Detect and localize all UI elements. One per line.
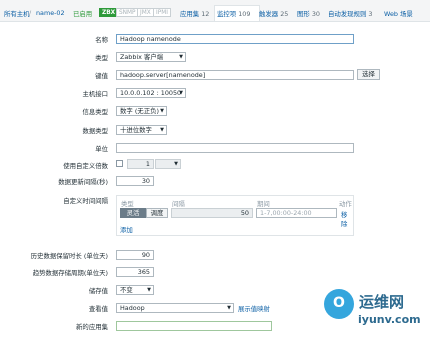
store-value-select[interactable]: 不变 ▼	[116, 285, 154, 295]
type-select[interactable]: Zabbix 客户端 ▼	[116, 52, 186, 62]
key-input[interactable]: hadoop.server[namenode]	[116, 70, 354, 80]
store-value-select-value: 不变	[120, 286, 133, 294]
interval-label: 数据更新间隔(秒)	[58, 178, 108, 186]
tab-applications[interactable]: 应用集 12	[180, 9, 209, 18]
custom-multiplier-checkbox[interactable]	[116, 160, 123, 167]
host-status-enabled[interactable]: 已启用	[73, 9, 92, 18]
flexible-toggle[interactable]: 灵活	[120, 208, 146, 218]
snmp-badge: SNMP	[116, 8, 139, 17]
show-value-select-value: Hadoop	[120, 304, 145, 312]
watermark-logo-glyph: O	[333, 295, 345, 311]
info-type-select[interactable]: 数字 (无正负) ▼	[116, 106, 167, 116]
trend-input[interactable]: 365	[116, 267, 154, 277]
breadcrumb-separator: /	[29, 9, 32, 17]
chevron-down-icon: ▼	[174, 161, 178, 167]
data-type-select-value: 十进位数字	[120, 126, 152, 134]
store-value-label: 储存值	[88, 287, 108, 295]
add-interval-link[interactable]: 添加	[120, 225, 133, 234]
watermark-logo: O	[324, 289, 354, 319]
info-type-select-value: 数字 (无正负)	[120, 107, 159, 115]
multiplier-input[interactable]: 1	[127, 159, 154, 169]
unit-label: 单位	[95, 145, 108, 153]
data-type-label: 数据类型	[82, 127, 108, 135]
jmx-badge: JMX	[137, 8, 154, 17]
interface-label: 主机接口	[82, 90, 108, 98]
host-name-link[interactable]: name-02	[36, 9, 65, 17]
interface-select-value: 10.0.0.102 : 10050	[120, 89, 182, 97]
trend-label: 趋势数据存储周期(单位天)	[32, 269, 108, 277]
remove-interval-link[interactable]: 移除	[341, 210, 353, 228]
interval-input[interactable]: 30	[116, 176, 154, 186]
new-application-label: 新的应用集	[76, 323, 108, 331]
info-type-label: 信息类型	[82, 108, 108, 116]
chevron-down-icon: ▼	[160, 127, 164, 133]
type-label: 类型	[95, 54, 108, 62]
history-input[interactable]: 90	[116, 250, 154, 260]
tab-triggers[interactable]: 触发器 25	[259, 9, 288, 18]
select-key-button[interactable]: 选择	[357, 69, 380, 80]
chevron-down-icon: ▼	[179, 54, 183, 60]
type-select-value: Zabbix 客户端	[120, 53, 164, 61]
custom-multiplier-label: 使用自定义倍数	[63, 162, 108, 170]
history-label: 历史数据保留时长 (单位天)	[30, 252, 108, 260]
interface-select[interactable]: 10.0.0.102 : 10050 ▼	[116, 88, 186, 98]
value-mapping-link[interactable]: 展示值映射	[238, 304, 270, 313]
tab-graphs[interactable]: 图形 30	[297, 9, 320, 18]
show-value-label: 查看值	[88, 305, 108, 313]
tab-web-scenarios[interactable]: Web 场景	[384, 9, 413, 18]
custom-interval-input[interactable]: 50	[171, 208, 253, 218]
period-input[interactable]: 1-7,00:00-24:00	[256, 208, 337, 218]
data-type-select[interactable]: 十进位数字 ▼	[116, 125, 167, 135]
custom-intervals-label: 自定义时间间隔	[63, 197, 108, 205]
chevron-down-icon: ▼	[147, 287, 151, 293]
tab-discovery-rules[interactable]: 自动发现规则 3	[328, 9, 372, 18]
name-label: 名称	[95, 36, 108, 44]
show-value-select[interactable]: Hadoop ▼	[116, 303, 234, 313]
unit-input[interactable]	[116, 143, 354, 153]
name-input[interactable]: Hadoop namenode	[116, 34, 354, 44]
col-interval-header: 间隔	[172, 200, 185, 208]
new-application-input[interactable]	[116, 321, 272, 331]
col-action-header: 动作	[339, 200, 352, 208]
host-nav-bar: 所有主机 / name-02 已启用 ZBX SNMP JMX IPMI 应用集…	[0, 0, 430, 22]
multiplier-unit-select[interactable]: ▼	[155, 159, 181, 169]
tab-items[interactable]: 监控项 109	[217, 9, 250, 18]
all-hosts-link[interactable]: 所有主机	[4, 9, 30, 18]
ipmi-badge: IPMI	[153, 8, 171, 17]
chevron-down-icon: ▼	[179, 90, 183, 96]
key-label: 键值	[95, 72, 108, 80]
chevron-down-icon: ▼	[227, 305, 231, 311]
col-period-header: 期间	[257, 200, 270, 208]
watermark-title: 运维网	[359, 293, 405, 311]
watermark-url: iyunv.com	[358, 313, 421, 326]
col-type-header: 类型	[121, 200, 134, 208]
custom-intervals-panel: 类型 间隔 期间 动作 灵活 调度 50 1-7,00:00-24:00 移除 …	[116, 195, 354, 236]
scheduling-toggle[interactable]: 调度	[146, 208, 168, 218]
chevron-down-icon: ▼	[160, 108, 164, 114]
